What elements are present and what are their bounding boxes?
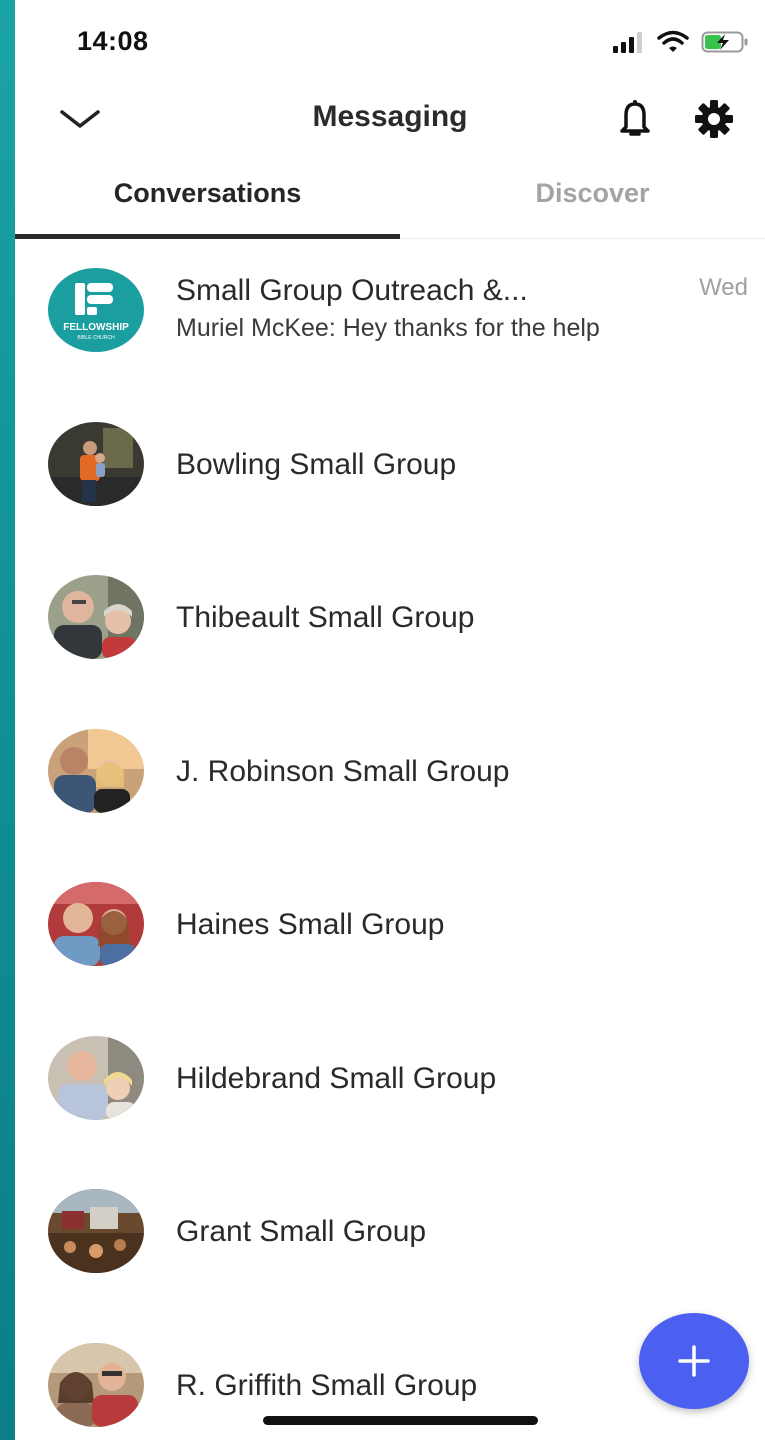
bell-icon xyxy=(620,100,650,136)
conversation-row[interactable]: Thibeault Small Group xyxy=(15,545,765,699)
settings-button[interactable] xyxy=(689,94,739,144)
conversation-name: Bowling Small Group xyxy=(176,447,457,481)
tab-conversations[interactable]: Conversations xyxy=(15,178,400,209)
status-bar: 14:08 xyxy=(15,0,765,84)
home-indicator[interactable] xyxy=(263,1416,538,1425)
gear-icon xyxy=(695,100,733,138)
avatar xyxy=(48,1189,144,1273)
group-photo-icon xyxy=(48,421,144,506)
conversation-name: Thibeault Small Group xyxy=(176,601,475,634)
messaging-screen: 14:08 Messaging Conversations Discover F… xyxy=(0,0,765,1440)
nav-header: Messaging xyxy=(15,84,765,154)
cellular-signal-icon xyxy=(613,32,642,53)
conversation-preview: Muriel McKee: Hey thanks for the help xyxy=(176,314,600,342)
tab-bar: Conversations Discover xyxy=(15,160,765,239)
avatar xyxy=(48,728,144,813)
status-time: 14:08 xyxy=(77,26,149,56)
avatar xyxy=(48,575,144,659)
avatar xyxy=(48,1035,144,1120)
avatar xyxy=(48,882,144,966)
group-photo-icon xyxy=(48,575,144,659)
group-photo-icon xyxy=(48,1035,144,1120)
wifi-icon xyxy=(657,30,689,52)
conversation-name: Small Group Outreach &... xyxy=(176,274,528,307)
conversation-name: Haines Small Group xyxy=(176,908,445,941)
conversation-list: FELLOWSHIP BIBLE CHURCH Small Group Outr… xyxy=(15,238,765,1440)
group-photo-icon xyxy=(48,1342,144,1427)
logo-subtext: BIBLE CHURCH xyxy=(77,335,115,341)
conversation-name: R. Griffith Small Group xyxy=(176,1368,478,1402)
left-edge-strip xyxy=(0,0,15,1440)
conversation-row[interactable]: Haines Small Group xyxy=(15,852,765,1006)
plus-icon xyxy=(678,1345,710,1377)
status-icons xyxy=(613,30,749,54)
avatar xyxy=(48,1342,144,1427)
group-photo-icon xyxy=(48,882,144,966)
group-photo-icon xyxy=(48,1189,144,1273)
conversation-row[interactable]: Bowling Small Group xyxy=(15,392,765,546)
conversation-time: Wed xyxy=(699,274,748,301)
battery-charging-icon xyxy=(701,31,748,53)
conversation-name: J. Robinson Small Group xyxy=(176,754,510,788)
conversation-row[interactable]: Hildebrand Small Group xyxy=(15,1006,765,1160)
logo-text: FELLOWSHIP xyxy=(63,322,129,333)
avatar: FELLOWSHIP BIBLE CHURCH xyxy=(48,268,144,352)
group-photo-icon xyxy=(48,728,144,813)
conversation-row[interactable]: Grant Small Group xyxy=(15,1159,765,1313)
tab-discover[interactable]: Discover xyxy=(400,178,765,209)
conversation-row[interactable]: FELLOWSHIP BIBLE CHURCH Small Group Outr… xyxy=(15,238,765,392)
conversation-row[interactable]: J. Robinson Small Group xyxy=(15,699,765,853)
avatar xyxy=(48,421,144,506)
conversation-name: Grant Small Group xyxy=(176,1215,427,1248)
notifications-button[interactable] xyxy=(610,94,660,144)
conversation-name: Hildebrand Small Group xyxy=(176,1061,497,1095)
new-conversation-button[interactable] xyxy=(639,1313,749,1409)
fellowship-logo-icon: FELLOWSHIP BIBLE CHURCH xyxy=(48,268,144,352)
